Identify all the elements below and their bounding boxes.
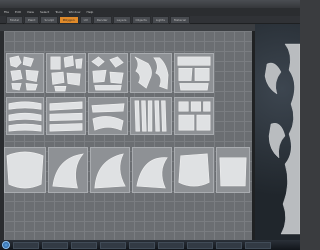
uv-island-tile[interactable]	[46, 97, 86, 135]
uv-island-tile[interactable]	[132, 147, 172, 193]
menu-view[interactable]: View	[27, 10, 34, 14]
menu-window[interactable]: Window	[69, 10, 81, 14]
taskbar-item[interactable]	[245, 241, 271, 249]
tab-uv[interactable]: UV	[79, 15, 92, 24]
uv-island-tile[interactable]	[174, 97, 214, 135]
menu-tools[interactable]: Tools	[55, 10, 62, 14]
uv-island-tile[interactable]	[88, 97, 128, 135]
tab-lights[interactable]: Lights	[151, 15, 169, 24]
taskbar-item[interactable]	[100, 241, 126, 249]
start-button[interactable]	[2, 241, 10, 249]
tab-paint[interactable]: Paint	[24, 15, 40, 24]
tab-model[interactable]: Model	[6, 15, 24, 24]
os-taskbar	[0, 240, 300, 250]
taskbar-item[interactable]	[42, 241, 68, 249]
tab-objects[interactable]: Objects	[131, 15, 151, 24]
uv-island-tile[interactable]	[6, 97, 44, 135]
uv-island-tile[interactable]	[90, 147, 130, 193]
uv-island-tile[interactable]	[6, 53, 44, 93]
uv-island-tile[interactable]	[88, 53, 128, 93]
taskbar-item[interactable]	[71, 241, 97, 249]
tab-layers[interactable]: Layers	[112, 15, 131, 24]
tab-polygon[interactable]: Polygon	[58, 15, 79, 24]
sculpted-model	[264, 43, 300, 235]
menu-select[interactable]: Select	[40, 10, 49, 14]
uv-layout-viewport[interactable]	[4, 31, 252, 240]
uv-island-tile[interactable]	[130, 53, 172, 93]
taskbar-item[interactable]	[158, 241, 184, 249]
taskbar-item[interactable]	[216, 241, 242, 249]
menu-edit[interactable]: Edit	[15, 10, 21, 14]
uv-island-tile[interactable]	[4, 147, 46, 193]
taskbar-item[interactable]	[129, 241, 155, 249]
tab-material[interactable]: Material	[169, 15, 191, 24]
uv-island-tile[interactable]	[130, 97, 172, 135]
uv-island-tile[interactable]	[48, 147, 88, 193]
taskbar-item[interactable]	[13, 241, 39, 249]
menu-file[interactable]: File	[4, 10, 9, 14]
tab-bar: Model Paint Sculpt Polygon UV Render Lay…	[0, 15, 300, 24]
3d-viewport[interactable]	[255, 24, 300, 240]
uv-island-tile[interactable]	[216, 147, 250, 193]
uv-island-tile[interactable]	[174, 147, 214, 193]
menu-help[interactable]: Help	[86, 10, 93, 14]
uv-island-tile[interactable]	[174, 53, 214, 93]
tab-render[interactable]: Render	[92, 15, 112, 24]
uv-island-tile[interactable]	[46, 53, 86, 93]
tab-sculpt[interactable]: Sculpt	[40, 15, 58, 24]
taskbar-item[interactable]	[187, 241, 213, 249]
